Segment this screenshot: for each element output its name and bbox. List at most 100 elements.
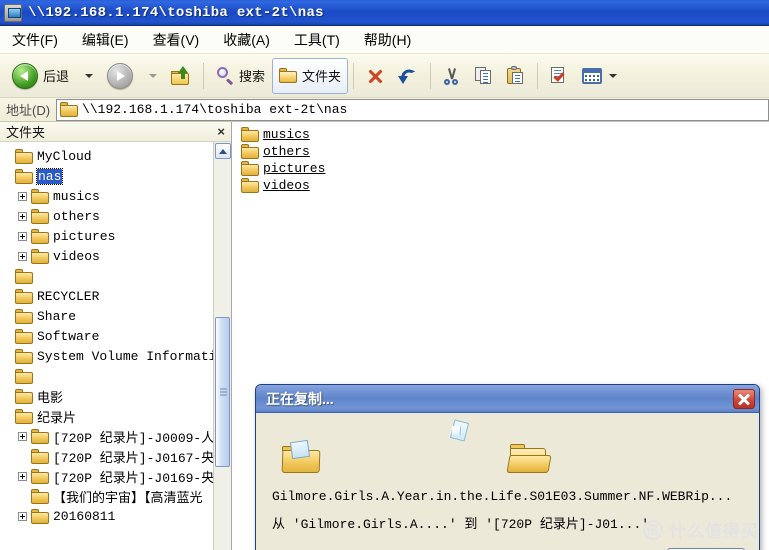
menu-favorites[interactable]: 收藏(A) bbox=[211, 28, 282, 52]
scrollbar-thumb[interactable] bbox=[215, 317, 230, 467]
tree-node[interactable]: others bbox=[0, 206, 214, 226]
list-item[interactable]: pictures bbox=[241, 160, 769, 177]
tree-node[interactable]: MyCloud bbox=[0, 146, 214, 166]
tree-node[interactable]: [720P 纪录片]-J0169-央 bbox=[0, 466, 214, 486]
folder-icon bbox=[31, 208, 49, 224]
folder-icon bbox=[15, 408, 33, 424]
tree-node[interactable]: 纪录片 bbox=[0, 406, 214, 426]
back-button[interactable]: 后退 bbox=[5, 58, 76, 94]
tree-node-label: 【我们的宇宙】【高清蓝光 bbox=[53, 490, 203, 506]
list-item[interactable]: others bbox=[241, 143, 769, 160]
folders-button[interactable]: 文件夹 bbox=[272, 57, 349, 94]
folder-tree[interactable]: MyCloud nas musics others pictures videos RECY… bbox=[0, 142, 214, 550]
back-icon bbox=[12, 62, 38, 89]
expand-plus-icon[interactable] bbox=[18, 431, 27, 441]
tree-node[interactable]: [720P 纪录片]-J0167-央 bbox=[0, 446, 214, 466]
folders-pane: 文件夹 × MyCloud nas musics others pictures vide… bbox=[0, 122, 232, 550]
tree-node[interactable]: Software bbox=[0, 326, 214, 346]
menu-view[interactable]: 查看(V) bbox=[141, 28, 212, 52]
tree-node[interactable]: videos bbox=[0, 246, 214, 266]
dialog-title: 正在复制... bbox=[266, 390, 334, 407]
folder-icon bbox=[15, 148, 33, 164]
watermark-mark: 值 bbox=[643, 519, 663, 540]
tree-node[interactable]: [720P 纪录片]-J0009-人 bbox=[0, 426, 214, 446]
tree-node-label: videos bbox=[53, 248, 100, 264]
forward-dropdown-button[interactable] bbox=[140, 58, 164, 94]
list-item[interactable]: musics bbox=[241, 126, 769, 143]
folder-icon bbox=[15, 368, 33, 384]
scroll-up-button[interactable] bbox=[214, 143, 231, 159]
explorer-window: \\192.168.1.174\toshiba ext-2t\nas 文件(F)… bbox=[0, 0, 769, 550]
folder-icon bbox=[241, 161, 259, 176]
list-item[interactable]: videos bbox=[241, 177, 769, 194]
address-value: \\192.168.1.174\toshiba ext-2t\nas bbox=[82, 102, 348, 117]
paste-button[interactable] bbox=[500, 58, 532, 94]
folder-icon bbox=[31, 468, 49, 484]
folder-icon bbox=[31, 228, 49, 244]
dialog-close-icon[interactable] bbox=[733, 388, 755, 409]
menubar: 文件(F) 编辑(E) 查看(V) 收藏(A) 工具(T) 帮助(H) bbox=[0, 26, 769, 54]
tree-node-label: Software bbox=[37, 328, 100, 344]
forward-icon bbox=[107, 62, 134, 89]
menu-edit[interactable]: 编辑(E) bbox=[70, 28, 141, 52]
list-item-label: others bbox=[263, 144, 310, 159]
tree-node[interactable]: RECYCLER bbox=[0, 286, 214, 306]
folders-pane-header: 文件夹 × bbox=[0, 122, 231, 142]
tree-node[interactable]: Share bbox=[0, 306, 214, 326]
views-icon bbox=[582, 67, 603, 84]
tree-vertical-scrollbar[interactable] bbox=[213, 142, 231, 550]
tree-node[interactable]: 【我们的宇宙】【高清蓝光 bbox=[0, 486, 214, 506]
search-button[interactable]: 搜索 bbox=[209, 58, 272, 94]
folder-icon bbox=[31, 448, 49, 464]
folder-icon bbox=[15, 308, 33, 324]
tree-node[interactable]: System Volume Information bbox=[0, 346, 214, 366]
tree-node-label: [720P 纪录片]-J0167-央 bbox=[53, 450, 214, 466]
toolbar-separator-3 bbox=[430, 62, 432, 89]
list-item-label: videos bbox=[263, 178, 310, 193]
tree-node-label: 纪录片 bbox=[37, 410, 77, 426]
undo-button[interactable] bbox=[391, 58, 425, 94]
back-dropdown-button[interactable] bbox=[76, 58, 100, 94]
menu-help[interactable]: 帮助(H) bbox=[352, 28, 423, 52]
properties-button[interactable] bbox=[543, 58, 575, 94]
tree-node-label: MyCloud bbox=[37, 148, 92, 164]
folder-icon bbox=[241, 178, 259, 193]
expand-plus-icon[interactable] bbox=[18, 511, 27, 521]
source-folder-icon bbox=[281, 439, 322, 473]
copy-button[interactable] bbox=[468, 58, 500, 94]
tree-node[interactable]: musics bbox=[0, 186, 214, 206]
folder-icon bbox=[15, 328, 33, 344]
tree-node[interactable] bbox=[0, 266, 214, 286]
up-button[interactable] bbox=[164, 58, 198, 94]
close-icon[interactable]: × bbox=[217, 124, 225, 139]
tree-node[interactable]: 电影 bbox=[0, 386, 214, 406]
tree-node[interactable]: nas bbox=[0, 166, 214, 186]
tree-node[interactable]: pictures bbox=[0, 226, 214, 246]
folder-icon bbox=[241, 127, 259, 142]
tree-node[interactable]: 20160811 bbox=[0, 506, 214, 526]
tree-node[interactable] bbox=[0, 366, 214, 386]
cut-button[interactable] bbox=[436, 58, 468, 94]
views-dropdown-icon bbox=[609, 73, 618, 78]
folder-icon bbox=[15, 388, 33, 404]
delete-button[interactable] bbox=[359, 58, 391, 94]
destination-folder-icon bbox=[506, 443, 552, 473]
menu-tools[interactable]: 工具(T) bbox=[282, 28, 352, 52]
expand-plus-icon[interactable] bbox=[18, 471, 27, 481]
folder-icon bbox=[15, 268, 33, 284]
expand-plus-icon[interactable] bbox=[18, 211, 27, 221]
cut-icon bbox=[443, 67, 461, 85]
folder-icon bbox=[15, 168, 33, 184]
expand-plus-icon[interactable] bbox=[18, 231, 27, 241]
menu-file[interactable]: 文件(F) bbox=[0, 28, 70, 52]
paste-icon bbox=[507, 65, 525, 85]
views-button[interactable] bbox=[575, 58, 624, 94]
list-item-label: musics bbox=[263, 127, 310, 142]
watermark-text: 什么值得买 bbox=[669, 522, 759, 541]
expand-plus-icon[interactable] bbox=[18, 191, 27, 201]
expand-plus-icon[interactable] bbox=[18, 251, 27, 261]
folders-pane-title: 文件夹 bbox=[6, 125, 46, 140]
address-input[interactable]: \\192.168.1.174\toshiba ext-2t\nas bbox=[56, 98, 769, 121]
search-label: 搜索 bbox=[239, 69, 266, 84]
forward-button[interactable] bbox=[100, 58, 140, 94]
